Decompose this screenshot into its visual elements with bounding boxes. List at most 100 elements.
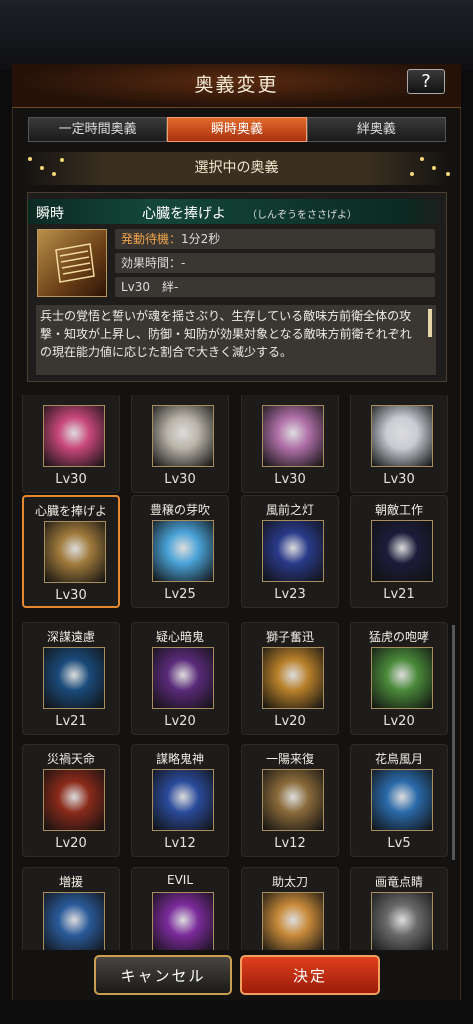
wait-time-row: 発動待機：1分2秒 [115,229,435,249]
ougi-card[interactable]: 花鳥風月 Lv5 [350,744,448,857]
ougi-card-level: Lv25 [164,587,196,602]
ougi-card-name: 疑心暗鬼 [155,630,204,644]
ougi-card-level: Lv12 [164,836,196,851]
ougi-card[interactable]: 疑心暗鬼 Lv20 [131,622,229,735]
ougi-card[interactable]: EVIL [131,867,229,950]
ougi-card[interactable]: 豊穣の芽吹 Lv25 [131,495,229,608]
flower-bird-icon [371,769,433,831]
ougi-card-level: Lv20 [383,714,415,729]
sparkle-icon [52,172,56,176]
tab-timed[interactable]: 一定時間奥義 [28,117,168,142]
level-bond-text: Lv30 絆- [121,280,179,294]
robot-mecha-icon [262,405,324,467]
letter-icon [371,520,433,582]
flaming-skull-icon [43,769,105,831]
ougi-card-name: 獅子奮迅 [265,630,314,644]
ougi-card-name: 風前之灯 [265,503,314,517]
ougi-card[interactable]: 一陽来復 Lv12 [241,744,339,857]
ougi-card-level: Lv20 [164,714,196,729]
sparkle-icon [40,166,44,170]
sparkle-icon [446,172,450,176]
heart-offering-icon [37,229,107,297]
tab-bar: 一定時間奥義 瞬時奥義 絆奥義 [28,117,446,142]
sparkle-icon [28,157,32,161]
ougi-card[interactable]: Lv30 [131,395,229,493]
ougi-card[interactable]: Lv30 [350,395,448,493]
dialog-title: 奥義変更 [194,74,279,96]
ougi-card[interactable]: 深謀遠慮 Lv21 [22,622,120,735]
cancel-button[interactable]: キャンセル [94,955,232,995]
candle-icon [262,520,324,582]
butterfly-icon [262,769,324,831]
ougi-card-name: 朝敵工作 [374,503,423,517]
yin-yang-icon [43,647,105,709]
ougi-card-name: 深謀遠慮 [46,630,95,644]
help-button[interactable]: ? [407,69,445,94]
ougi-card-level: Lv20 [274,714,306,729]
confirm-button[interactable]: 決定 [240,955,380,995]
ougi-card[interactable]: 謀略鬼神 Lv12 [131,744,229,857]
ougi-card-name: 一陽来復 [265,752,314,766]
ougi-card[interactable]: 猛虎の咆哮 Lv20 [350,622,448,735]
tiger-icon [371,647,433,709]
sprout-icon [152,520,214,582]
ougi-description: 兵士の覚悟と誓いが魂を揺さぶり、生存している敵味方前衛全体の攻撃・知攻が上昇し、… [36,305,436,375]
sparkle-icon [420,157,424,161]
ougi-card[interactable]: 画竜点睛 [350,867,448,950]
snow-scene-icon [371,405,433,467]
ougi-card-name: 花鳥風月 [374,752,423,766]
ougi-card-level: Lv23 [274,587,306,602]
ougi-card-name: 助太刀 [271,875,308,889]
lion-icon [262,647,324,709]
ougi-name: 心臓を捧げよ [142,206,226,222]
evil-portrait-icon [152,892,214,950]
wait-time-value: 1分2秒 [181,232,221,246]
ougi-card-level: Lv12 [274,836,306,851]
duration-row: 効果時間：- [115,253,435,273]
ougi-card-level: Lv21 [55,714,87,729]
ougi-card-grid[interactable]: Lv30 Lv30 Lv30 Lv30 心臓を捧げよ Lv30 豊穣の芽吹 Lv25 風前之灯 L… [22,395,452,950]
ougi-type: 瞬時 [36,206,64,222]
ougi-card-level: Lv5 [387,836,411,851]
ougi-card[interactable]: 風前之灯 Lv23 [241,495,339,608]
ougi-card-name: 増援 [58,875,83,889]
sparkle-icon [410,172,414,176]
tab-bond[interactable]: 絆奥義 [306,117,446,142]
ougi-card-name: EVIL [166,873,193,887]
ougi-card[interactable]: Lv30 [241,395,339,493]
ougi-card[interactable]: 災禍天命 Lv20 [22,744,120,857]
ougi-card-level: Lv30 [55,588,87,603]
top-background [0,0,473,70]
samurai-silhouette-icon [262,892,324,950]
ougi-card[interactable]: 心臓を捧げよ Lv30 [22,495,120,608]
ougi-card-name: 猛虎の咆哮 [368,630,429,644]
ougi-card-level: Lv30 [164,472,196,487]
ougi-card-name: 謀略鬼神 [155,752,204,766]
ougi-card-level: Lv21 [383,587,415,602]
level-bond-row: Lv30 絆- [115,277,435,297]
description-scrollbar[interactable] [428,309,432,337]
ougi-card-name: 心臓を捧げよ [34,504,107,518]
sparkle-icon [60,158,64,162]
grid-scrollbar[interactable] [452,625,455,860]
selected-section-header: 選択中の奥義 [22,152,451,185]
banner-icon [43,892,105,950]
ougi-card-level: Lv30 [274,472,306,487]
ougi-card-level: Lv30 [55,472,87,487]
ougi-card-name: 災禍天命 [46,752,95,766]
ougi-card[interactable]: Lv30 [22,395,120,493]
dragon-icon [371,892,433,950]
ougi-card-name: 豊穣の芽吹 [149,503,210,517]
wait-time-label: 発動待機： [121,232,182,246]
ougi-card[interactable]: 助太刀 [241,867,339,950]
oni-mask-icon [152,647,214,709]
ougi-card[interactable]: 獅子奮迅 Lv20 [241,622,339,735]
wrestler-portrait-icon [43,405,105,467]
ougi-card[interactable]: 増援 [22,867,120,950]
ougi-card-level: Lv30 [383,472,415,487]
ougi-card-name: 画竜点睛 [374,875,423,889]
ougi-card[interactable]: 朝敵工作 Lv21 [350,495,448,608]
ougi-reading: （しんぞうをささげよ） [247,210,357,221]
tab-instant[interactable]: 瞬時奥義 [167,117,307,142]
sparkle-icon [432,166,436,170]
